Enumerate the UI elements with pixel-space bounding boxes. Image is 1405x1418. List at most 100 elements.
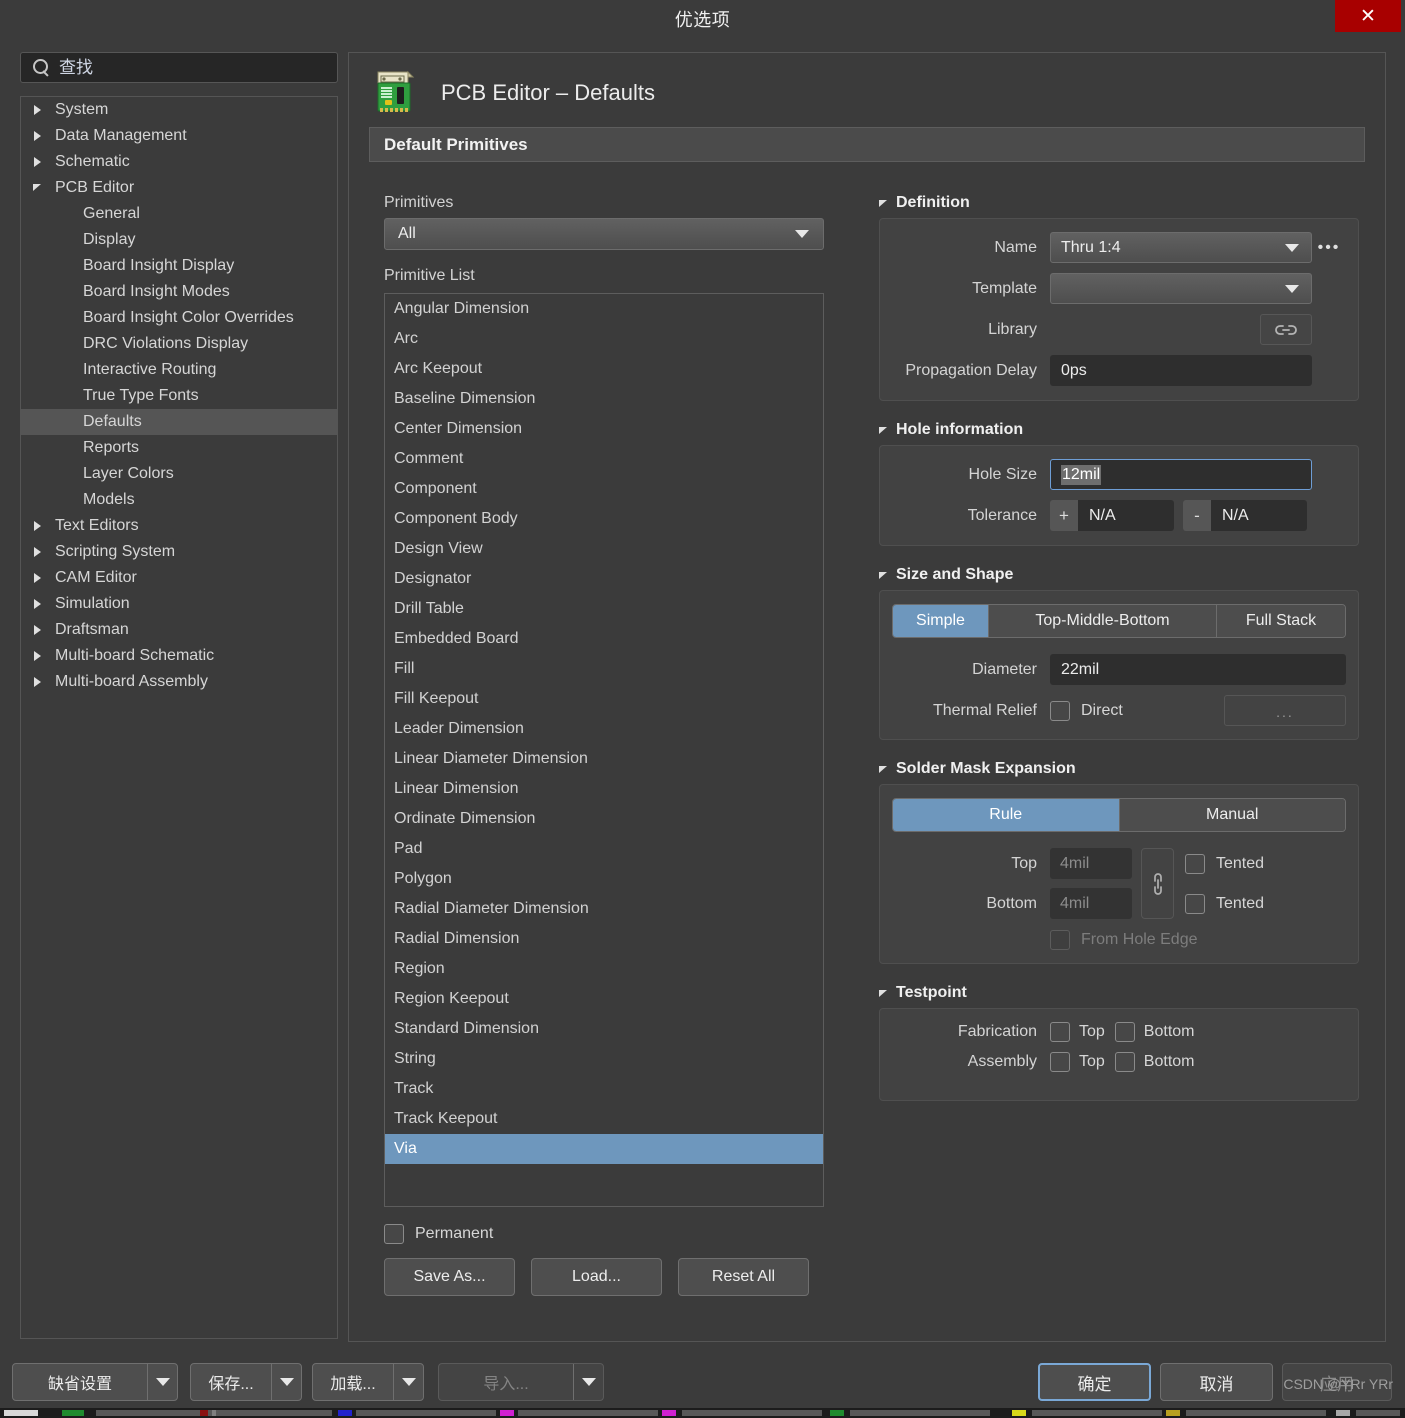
- list-item[interactable]: Linear Dimension: [385, 774, 823, 804]
- save-dropdown-arrow[interactable]: [271, 1364, 301, 1400]
- sidebar-item-draftsman[interactable]: Draftsman: [21, 617, 337, 643]
- import-split-button[interactable]: 导入...: [438, 1363, 604, 1401]
- list-item[interactable]: Component: [385, 474, 823, 504]
- list-item[interactable]: Region Keepout: [385, 984, 823, 1014]
- list-item[interactable]: Arc: [385, 324, 823, 354]
- layer-tab-chip[interactable]: [1336, 1410, 1350, 1416]
- layer-tab-chip[interactable]: [1012, 1410, 1026, 1416]
- layer-tab-chip[interactable]: [1032, 1410, 1162, 1416]
- size-and-shape-group-title[interactable]: Size and Shape: [879, 566, 1359, 584]
- list-item[interactable]: Design View: [385, 534, 823, 564]
- chevron-right-icon[interactable]: [33, 157, 43, 167]
- list-item[interactable]: Ordinate Dimension: [385, 804, 823, 834]
- import-dropdown-arrow[interactable]: [573, 1364, 603, 1400]
- chevron-down-icon[interactable]: [33, 183, 43, 193]
- list-item[interactable]: Linear Diameter Dimension: [385, 744, 823, 774]
- preferences-tree[interactable]: System Data Management Schematic PCB Editor…: [20, 96, 338, 1339]
- layer-tab-chip[interactable]: [356, 1410, 496, 1416]
- sidebar-item-board-insight-modes[interactable]: Board Insight Modes: [21, 279, 337, 305]
- permanent-checkbox[interactable]: [384, 1224, 404, 1244]
- thermal-relief-more-button[interactable]: ...: [1224, 695, 1346, 726]
- tolerance-minus-field[interactable]: N/A: [1211, 500, 1307, 531]
- direct-checkbox[interactable]: [1050, 700, 1070, 721]
- layer-tab-chip[interactable]: [4, 1410, 38, 1416]
- chain-link-icon[interactable]: [1141, 848, 1174, 919]
- tented-bottom-checkbox[interactable]: [1185, 893, 1205, 914]
- propagation-delay-field[interactable]: 0ps: [1050, 355, 1312, 386]
- bottom-expansion-field[interactable]: 4mil: [1050, 888, 1132, 919]
- list-item[interactable]: String: [385, 1044, 823, 1074]
- search-input[interactable]: [59, 57, 329, 78]
- layer-tab-chip[interactable]: [850, 1410, 990, 1416]
- link-icon[interactable]: [1260, 314, 1312, 345]
- list-item[interactable]: Drill Table: [385, 594, 823, 624]
- layer-tab-chip[interactable]: [682, 1410, 822, 1416]
- list-item[interactable]: Polygon: [385, 864, 823, 894]
- chevron-right-icon[interactable]: [33, 547, 43, 557]
- list-item[interactable]: Standard Dimension: [385, 1014, 823, 1044]
- sidebar-item-defaults[interactable]: Defaults: [21, 409, 337, 435]
- sidebar-item-system[interactable]: System: [21, 97, 337, 123]
- apply-button[interactable]: 应用: [1282, 1363, 1392, 1401]
- solder-mask-mode-tabs[interactable]: Rule Manual: [892, 798, 1346, 832]
- layer-tab-chip[interactable]: [830, 1410, 844, 1416]
- list-item[interactable]: Radial Dimension: [385, 924, 823, 954]
- tented-top-checkbox[interactable]: [1185, 853, 1205, 874]
- fabrication-bottom-checkbox[interactable]: [1114, 1022, 1135, 1042]
- sidebar-item-layer-colors[interactable]: Layer Colors: [21, 461, 337, 487]
- sidebar-item-multi-board-schematic[interactable]: Multi-board Schematic: [21, 643, 337, 669]
- sidebar-item-multi-board-assembly[interactable]: Multi-board Assembly: [21, 669, 337, 695]
- list-item[interactable]: Designator: [385, 564, 823, 594]
- sidebar-item-models[interactable]: Models: [21, 487, 337, 513]
- template-select[interactable]: [1050, 273, 1312, 304]
- chevron-right-icon[interactable]: [33, 131, 43, 141]
- layer-tab-chip[interactable]: [1356, 1410, 1400, 1416]
- defaults-split-button[interactable]: 缺省设置: [12, 1363, 178, 1401]
- load-dropdown-arrow[interactable]: [393, 1364, 423, 1400]
- layer-tab-chip[interactable]: [200, 1410, 208, 1416]
- list-item[interactable]: Arc Keepout: [385, 354, 823, 384]
- tab-manual[interactable]: Manual: [1119, 799, 1345, 831]
- tab-rule[interactable]: Rule: [893, 799, 1120, 831]
- ok-button[interactable]: 确定: [1038, 1363, 1151, 1401]
- close-icon[interactable]: ✕: [1335, 0, 1401, 32]
- load-split-button[interactable]: 加载...: [312, 1363, 424, 1401]
- hole-information-group-title[interactable]: Hole information: [879, 421, 1359, 439]
- sidebar-item-interactive-routing[interactable]: Interactive Routing: [21, 357, 337, 383]
- sidebar-item-board-insight-display[interactable]: Board Insight Display: [21, 253, 337, 279]
- cancel-button[interactable]: 取消: [1160, 1363, 1273, 1401]
- hole-size-field[interactable]: 12mil: [1050, 459, 1312, 490]
- primitive-list[interactable]: Angular Dimension Arc Arc Keepout Baseline …: [384, 293, 824, 1207]
- chevron-right-icon[interactable]: [33, 651, 43, 661]
- sidebar-item-reports[interactable]: Reports: [21, 435, 337, 461]
- diameter-field[interactable]: 22mil: [1050, 654, 1346, 685]
- sidebar-item-cam-editor[interactable]: CAM Editor: [21, 565, 337, 591]
- sidebar-item-board-insight-color-overrides[interactable]: Board Insight Color Overrides: [21, 305, 337, 331]
- sidebar-item-text-editors[interactable]: Text Editors: [21, 513, 337, 539]
- list-item[interactable]: Via: [385, 1134, 823, 1164]
- layer-tab-chip[interactable]: [1166, 1410, 1180, 1416]
- list-item[interactable]: Baseline Dimension: [385, 384, 823, 414]
- solder-mask-expansion-group-title[interactable]: Solder Mask Expansion: [879, 760, 1359, 778]
- layer-tab-chip[interactable]: [62, 1410, 84, 1416]
- tab-full-stack[interactable]: Full Stack: [1217, 605, 1345, 637]
- list-item[interactable]: Track Keepout: [385, 1104, 823, 1134]
- search-box[interactable]: [20, 52, 338, 83]
- sidebar-item-display[interactable]: Display: [21, 227, 337, 253]
- sidebar-item-scripting-system[interactable]: Scripting System: [21, 539, 337, 565]
- layer-tab-chip[interactable]: [518, 1410, 658, 1416]
- fabrication-top-checkbox[interactable]: [1050, 1022, 1070, 1042]
- list-item[interactable]: Embedded Board: [385, 624, 823, 654]
- testpoint-group-title[interactable]: Testpoint: [879, 984, 1359, 1002]
- load-button[interactable]: Load...: [531, 1258, 662, 1296]
- sidebar-item-simulation[interactable]: Simulation: [21, 591, 337, 617]
- chevron-right-icon[interactable]: [33, 105, 43, 115]
- definition-group-title[interactable]: Definition: [879, 194, 1359, 212]
- list-item[interactable]: Comment: [385, 444, 823, 474]
- tolerance-plus-field[interactable]: N/A: [1078, 500, 1174, 531]
- sidebar-item-schematic[interactable]: Schematic: [21, 149, 337, 175]
- list-item[interactable]: Leader Dimension: [385, 714, 823, 744]
- reset-all-button[interactable]: Reset All: [678, 1258, 809, 1296]
- save-split-button[interactable]: 保存...: [190, 1363, 302, 1401]
- list-item[interactable]: Pad: [385, 834, 823, 864]
